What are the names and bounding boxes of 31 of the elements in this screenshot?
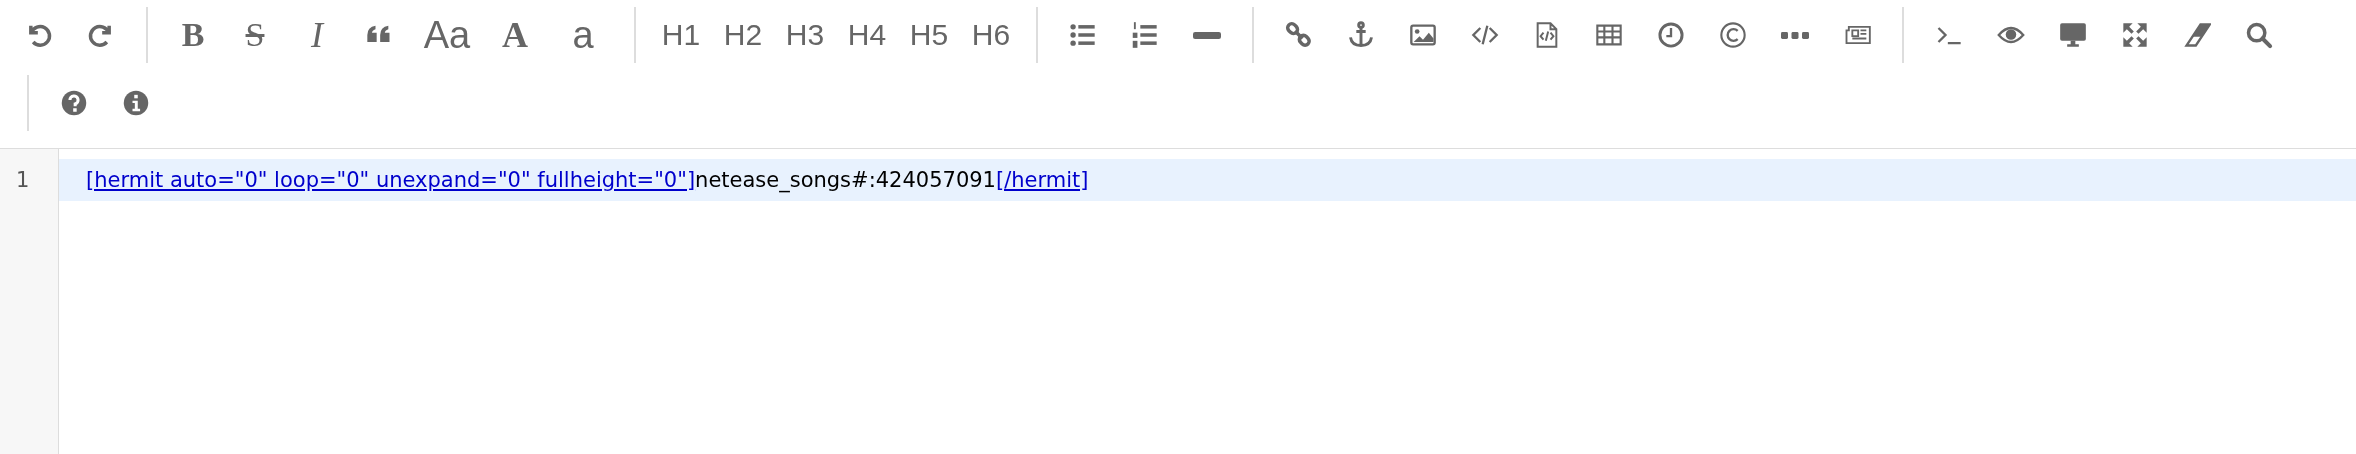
heading-button[interactable]: H1: [654, 10, 708, 60]
clock-icon: [1657, 21, 1685, 49]
anchor-icon: [1347, 21, 1375, 49]
search-icon: [2245, 21, 2273, 49]
format-button[interactable]: a: [550, 10, 616, 60]
numbered-list-icon: [1131, 21, 1159, 49]
format-button[interactable]: Aa: [414, 10, 480, 60]
code-editor[interactable]: 1 [hermit auto="0" loop="0" unexpand="0" fullheight="0"]netease_songs#:424057091[/hermit]: [0, 149, 2356, 454]
heading-button[interactable]: H2: [716, 10, 770, 60]
help-icon: [60, 89, 88, 117]
shortcode-tag: [/hermit]: [996, 168, 1089, 192]
minus-icon: [1193, 31, 1221, 39]
expand-icon: [2121, 21, 2149, 49]
heading-button[interactable]: H4: [840, 10, 894, 60]
link-icon: [1285, 21, 1313, 49]
more-icon: [1781, 31, 1809, 39]
monitor-icon: [2059, 21, 2087, 49]
format-button[interactable]: A: [488, 10, 542, 60]
info-icon: [122, 89, 150, 117]
heading-button[interactable]: H5: [902, 10, 956, 60]
format-button[interactable]: S: [228, 10, 282, 60]
eraser-icon: [2183, 21, 2211, 49]
format-button[interactable]: B: [166, 10, 220, 60]
heading-button[interactable]: H3: [778, 10, 832, 60]
format-button[interactable]: I: [290, 10, 344, 60]
shortcode-tag: [hermit auto="0" loop="0" unexpand="0" fullheight="0"]: [86, 168, 696, 192]
heading-button[interactable]: H6: [964, 10, 1018, 60]
bullet-list-icon: [1069, 21, 1097, 49]
line-number: 1: [15, 167, 31, 194]
copyright-icon: [1719, 21, 1747, 49]
code-text: netease_songs#:424057091: [695, 168, 996, 192]
